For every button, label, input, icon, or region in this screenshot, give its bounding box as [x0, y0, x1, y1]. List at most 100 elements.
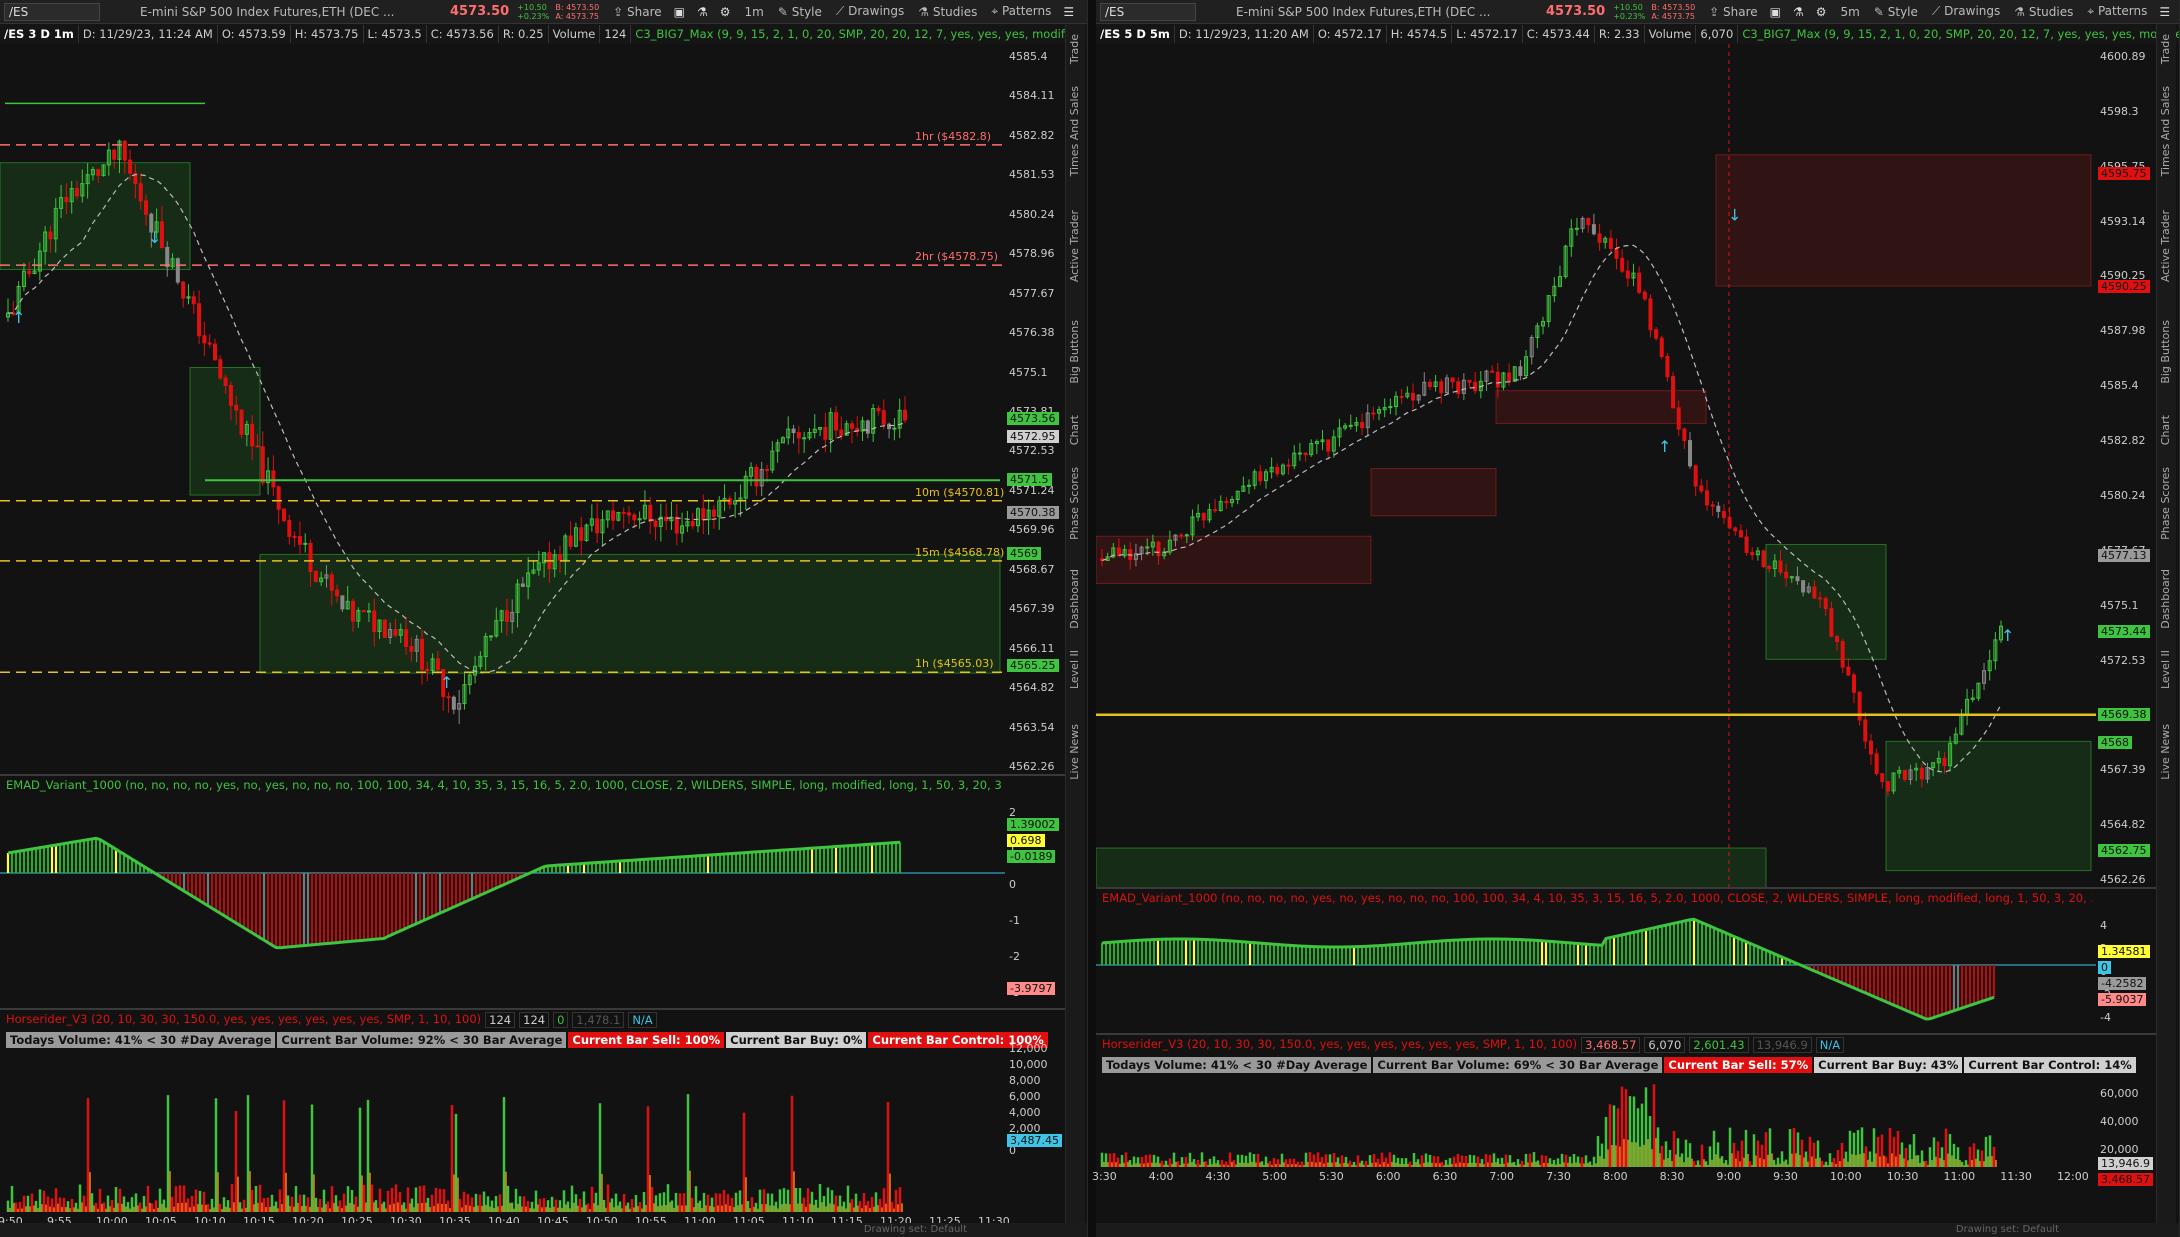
timeframe-button[interactable]: 5m [1841, 5, 1860, 19]
candle-body [207, 342, 212, 345]
candle-body [218, 359, 223, 379]
side-tab-chart[interactable]: Chart [1068, 415, 1081, 445]
price-tag: 4565.25 [1007, 658, 1059, 672]
side-tab-trade[interactable]: Trade [2159, 34, 2172, 64]
side-tab-live-news[interactable]: Live News [1068, 724, 1081, 780]
candle-body [648, 504, 653, 522]
horserider-value: 13,946.9 [1752, 1037, 1812, 1053]
side-tab-big-buttons[interactable]: Big Buttons [1068, 320, 1081, 384]
volume-tick: 8,000 [1009, 1074, 1041, 1087]
symbol-selector[interactable]: /ES [4, 2, 100, 21]
side-tab-phase-scores[interactable]: Phase Scores [1068, 467, 1081, 540]
candle-body [765, 468, 769, 471]
studies-button[interactable]: ⚗ Studies [2014, 5, 2073, 19]
volume-tick: 40,000 [2100, 1115, 2139, 1128]
side-tab-times-and-sales[interactable]: Times And Sales [2159, 86, 2172, 176]
side-tab-active-trader[interactable]: Active Trader [2159, 210, 2172, 282]
aggregation-label[interactable]: /ES 3 D 1m [0, 25, 79, 43]
study-title[interactable]: C3_BIG7_Max (9, 9, 15, 2, 1, 0, 20, SMP,… [631, 27, 1087, 41]
flask-icon[interactable]: ⚗ [697, 5, 708, 19]
candle-body [876, 408, 881, 412]
candle-body [340, 595, 345, 610]
emad-svg [1096, 917, 2096, 1021]
flask-icon[interactable]: ⚗ [1793, 5, 1804, 19]
style-button[interactable]: ✎ Style [1874, 5, 1918, 19]
emad-value-tag: 0 [2098, 961, 2111, 974]
volume-label: Volume [1645, 25, 1697, 43]
price-tag: 4562.75 [2098, 844, 2150, 858]
emad-tick: -2 [1009, 950, 1020, 963]
menu-icon[interactable]: ☰ [1063, 5, 1074, 19]
volume-tick: 12,000 [1009, 1042, 1048, 1055]
side-tab-chart[interactable]: Chart [2159, 415, 2172, 445]
time-tick: 4:30 [1205, 1170, 1231, 1183]
candle-body [1778, 560, 1783, 573]
price-plot: ↑ ↓ ↑ 1hr ($4582.8) 2hr ($4578.75) 10m ($4570… [0, 44, 1005, 774]
candle-body [1371, 412, 1376, 415]
horserider-title-row: Horserider_V3 (20, 10, 30, 30, 150.0, ye… [6, 1012, 1001, 1028]
candle-body [802, 437, 807, 440]
candle-body [1699, 485, 1704, 492]
candle-body [335, 589, 340, 597]
symbol-description: E-mini S&P 500 Index Futures,ETH (DEC ..… [140, 4, 395, 19]
gear-icon[interactable]: ⚙ [720, 5, 731, 19]
candle-body [1812, 586, 1817, 599]
side-tab-times-and-sales[interactable]: Times And Sales [1068, 86, 1081, 176]
candle-body [1467, 379, 1472, 383]
candle-body [1156, 541, 1161, 557]
style-button[interactable]: ✎ Style [778, 5, 822, 19]
candle-body [887, 423, 892, 430]
aggregation-label[interactable]: /ES 5 D 5m [1096, 25, 1175, 43]
price-zone [189, 366, 261, 496]
study-title[interactable]: C3_BIG7_Max (9, 9, 15, 2, 1, 0, 20, SMP,… [1738, 27, 2179, 41]
side-tab-big-buttons[interactable]: Big Buttons [2159, 320, 2172, 384]
candle-body [791, 428, 796, 434]
menu-icon[interactable]: ☰ [2159, 5, 2170, 19]
candle-body [1840, 641, 1845, 668]
volume-labels: Todays Volume: 41% < 30 #Day Average Curr… [1102, 1057, 2136, 1073]
horserider-value: N/A [1815, 1037, 1845, 1053]
side-tab-level-ii[interactable]: Level II [1068, 650, 1081, 689]
emad-value-tag: 0.698 [1007, 834, 1045, 847]
share-button[interactable]: ⇪ Share [1709, 5, 1758, 19]
side-tab-active-trader[interactable]: Active Trader [1068, 210, 1081, 282]
price-axis: 4600.89 4598.3 4595.75 4593.14 4590.25 4587.9… [2096, 44, 2156, 887]
candle-body [595, 518, 600, 534]
horserider-study-title: Horserider_V3 (20, 10, 30, 30, 150.0, ye… [1102, 1037, 1578, 1051]
side-tab-live-news[interactable]: Live News [2159, 724, 2172, 780]
volume-plot [1096, 1077, 2096, 1167]
candle-body [1829, 608, 1834, 637]
side-tab-dashboard[interactable]: Dashboard [1068, 569, 1081, 629]
volume-label: Current Bar Volume: 69% < 30 Bar Average [1373, 1057, 1663, 1073]
time-tick: 7:00 [1489, 1170, 1515, 1183]
patterns-button[interactable]: ⌖ Patterns [2087, 4, 2147, 19]
share-button[interactable]: ⇪ Share [613, 5, 662, 19]
candle-body [1648, 298, 1653, 331]
bid-ask: B: 4573.50 A: 4573.75 [555, 2, 600, 21]
candle-body [393, 629, 398, 636]
side-tab-trade[interactable]: Trade [1068, 34, 1081, 64]
candle-body [1767, 566, 1772, 570]
volume-axis: 60,000 40,000 20,000 13,946.9 3,468.57 [2096, 1057, 2156, 1186]
candle-body [292, 535, 297, 538]
bar-date: D: 11/29/23, 11:24 AM [79, 25, 218, 43]
patterns-button[interactable]: ⌖ Patterns [991, 4, 1051, 19]
drawings-button[interactable]: ⟋ Drawings [1932, 4, 2000, 19]
volume-label: Todays Volume: 41% < 30 #Day Average [6, 1032, 276, 1048]
side-tab-dashboard[interactable]: Dashboard [2159, 569, 2172, 629]
drawings-button[interactable]: ⟋ Drawings [836, 4, 904, 19]
last-price: 4573.50 [450, 4, 510, 19]
screenshot-icon[interactable]: ▣ [1770, 5, 1781, 19]
emad-study-title: EMAD_Variant_1000 (no, no, no, no, yes, … [6, 778, 1001, 792]
price-tick: 4576.38 [1009, 326, 1055, 340]
side-tab-level-ii[interactable]: Level II [2159, 650, 2172, 689]
candle-body [1721, 510, 1726, 519]
gear-icon[interactable]: ⚙ [1816, 5, 1827, 19]
candle-body [627, 512, 631, 516]
timeframe-button[interactable]: 1m [745, 5, 764, 19]
studies-button[interactable]: ⚗ Studies [918, 5, 977, 19]
side-tab-phase-scores[interactable]: Phase Scores [2159, 467, 2172, 540]
candle-body [239, 409, 244, 435]
symbol-selector[interactable]: /ES [1100, 2, 1196, 21]
screenshot-icon[interactable]: ▣ [674, 5, 685, 19]
